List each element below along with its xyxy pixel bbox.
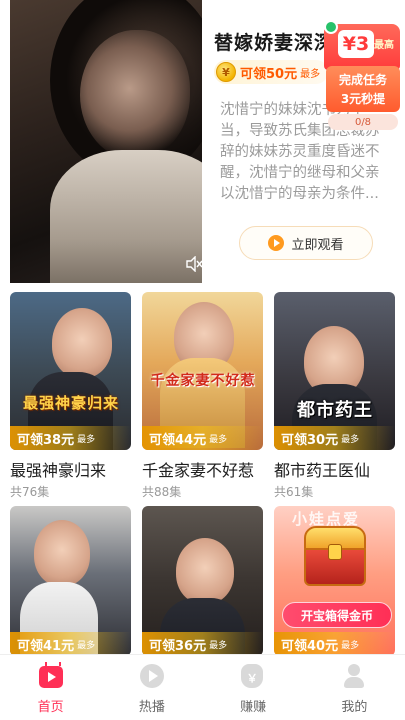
play-icon: [268, 235, 285, 251]
drama-poster[interactable]: 都市药王 可领30元 最多: [274, 292, 395, 450]
drama-card[interactable]: 小娃点爱 开宝箱得金币 可领40元 最多: [274, 506, 395, 656]
reward-bar: 可领30元 最多: [274, 426, 395, 450]
bottom-nav: 首页 热播 赚赚 我的: [0, 654, 405, 720]
mute-icon[interactable]: [185, 256, 202, 272]
drama-card[interactable]: 可领36元 最多: [142, 506, 263, 656]
nav-label: 赚赚: [240, 700, 267, 715]
reward-amount: 可领30元: [281, 432, 339, 448]
featured-poster[interactable]: [10, 0, 202, 283]
reward-amount: 可领44元: [149, 432, 207, 448]
drama-episodes: 共88集: [142, 485, 182, 499]
reward-amount: 可领41元: [17, 638, 75, 654]
coin-amount: 可领50元: [240, 66, 298, 82]
drama-poster[interactable]: 最强神豪归来 可领38元 最多: [10, 292, 131, 450]
coin-reward-badge: ¥ 可领50元 最多: [214, 60, 329, 84]
poster-figure: [52, 308, 112, 378]
drama-title[interactable]: 千金家妻不好惹: [142, 457, 263, 481]
drama-card[interactable]: 可领41元 最多: [10, 506, 131, 656]
reward-max-label: 最多: [341, 434, 360, 445]
user-icon: [342, 664, 366, 688]
reward-bar: 可领36元 最多: [142, 632, 263, 656]
nav-label: 热播: [138, 700, 165, 715]
nav-label: 首页: [37, 700, 64, 715]
reward-bar: 可领41元 最多: [10, 632, 131, 656]
task-max-label: 最高: [374, 40, 394, 51]
poster-title-art: 都市药王: [297, 400, 373, 421]
drama-poster[interactable]: 可领36元 最多: [142, 506, 263, 656]
drama-episodes: 共76集: [10, 485, 50, 499]
play-circle-icon: [139, 664, 164, 688]
reward-max-label: 最多: [209, 434, 228, 445]
home-video-icon: [38, 664, 63, 688]
poster-title-art: 千金家妻不好惹: [150, 373, 256, 389]
drama-poster[interactable]: 小娃点爱 开宝箱得金币 可领40元 最多: [274, 506, 395, 656]
drama-card[interactable]: 都市药王 可领30元 最多 都市药王医仙 共61集: [274, 292, 395, 500]
poster-figure: [34, 520, 90, 586]
task-line-1: 完成任务: [338, 73, 387, 87]
clock-icon: [324, 20, 338, 34]
drama-poster[interactable]: 千金家妻不好惹 可领44元 最多: [142, 292, 263, 450]
nav-label: 我的: [341, 700, 368, 715]
coin-max-label: 最多: [300, 68, 321, 80]
drama-card[interactable]: 千金家妻不好惹 可领44元 最多 千金家妻不好惹 共88集: [142, 292, 263, 500]
drama-title[interactable]: 都市药王医仙: [274, 457, 395, 481]
drama-episodes: 共61集: [274, 485, 314, 499]
poster-coat: [50, 150, 202, 283]
task-body: 完成任务 3元秒提: [326, 66, 400, 112]
poster-title-art: 最强神豪归来: [22, 394, 119, 412]
reward-bar: 可领44元 最多: [142, 426, 263, 450]
nav-item-home[interactable]: 首页: [0, 655, 101, 720]
poster-figure: [176, 538, 234, 604]
watch-now-button[interactable]: 立即观看: [239, 226, 373, 260]
reward-max-label: 最多: [341, 640, 360, 651]
reward-bar: 可领40元 最多: [274, 632, 395, 656]
task-line-2: 3元秒提: [340, 92, 386, 106]
reward-bar: 可领38元 最多: [10, 426, 131, 450]
task-progress: 0/8: [328, 114, 398, 130]
money-bag-icon: [241, 664, 265, 688]
treasure-chest-icon[interactable]: [304, 526, 366, 588]
coin-icon: ¥: [216, 62, 236, 82]
poster-face: [80, 30, 190, 160]
watch-now-label: 立即观看: [291, 237, 344, 253]
reward-max-label: 最多: [77, 434, 96, 445]
nav-item-earn[interactable]: 赚赚: [203, 655, 304, 720]
reward-max-label: 最多: [77, 640, 96, 651]
drama-poster[interactable]: 可领41元 最多: [10, 506, 131, 656]
open-chest-button[interactable]: 开宝箱得金币: [282, 602, 392, 628]
reward-amount: 可领38元: [17, 432, 75, 448]
nav-item-hot[interactable]: 热播: [101, 655, 202, 720]
drama-title[interactable]: 最强神豪归来: [10, 457, 131, 481]
task-reward-widget[interactable]: ¥3 最高 完成任务 3元秒提 0/8: [324, 20, 402, 134]
drama-card[interactable]: 最强神豪归来 可领38元 最多 最强神豪归来 共76集: [10, 292, 131, 500]
reward-amount: 可领36元: [149, 638, 207, 654]
task-amount: ¥3: [338, 30, 374, 58]
reward-amount: 可领40元: [281, 638, 339, 654]
reward-max-label: 最多: [209, 640, 228, 651]
nav-item-me[interactable]: 我的: [304, 655, 405, 720]
